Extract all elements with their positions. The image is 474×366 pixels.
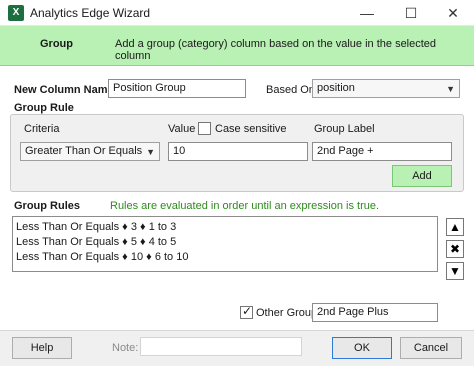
ok-button[interactable]: OK xyxy=(332,337,392,359)
excel-icon: X xyxy=(8,5,24,21)
criteria-value: Greater Than Or Equals xyxy=(25,145,143,157)
group-rule-legend: Group Rule xyxy=(14,102,74,114)
rule-value-input[interactable]: 10 xyxy=(168,142,308,161)
list-item[interactable]: Less Than Or Equals ♦ 5 ♦ 4 to 5 xyxy=(13,235,437,250)
criteria-select[interactable]: Greater Than Or Equals ▼ xyxy=(20,142,160,161)
arrow-down-icon: ▼ xyxy=(449,264,461,278)
window-title: Analytics Edge Wizard xyxy=(30,6,151,20)
group-label-label: Group Label xyxy=(314,123,375,135)
header-title: Group xyxy=(40,38,73,50)
close-button[interactable]: ✕ xyxy=(432,0,474,26)
maximize-button[interactable]: ☐ xyxy=(390,0,432,26)
add-button[interactable]: Add xyxy=(392,165,452,187)
check-icon: ✓ xyxy=(242,304,253,318)
delete-icon: ✖ xyxy=(449,242,461,256)
other-group-checkbox[interactable]: ✓ xyxy=(240,304,253,319)
wizard-header: Group Add a group (category) column base… xyxy=(0,26,474,66)
group-label-input[interactable]: 2nd Page + xyxy=(312,142,452,161)
close-icon: ✕ xyxy=(447,5,459,21)
new-column-label: New Column Name xyxy=(14,84,114,96)
note-label: Note: xyxy=(112,342,139,354)
chevron-down-icon: ▼ xyxy=(146,147,155,157)
case-sensitive-label: Case sensitive xyxy=(215,123,287,135)
group-rules-list[interactable]: Less Than Or Equals ♦ 3 ♦ 1 to 3 Less Th… xyxy=(12,216,438,272)
other-group-label: Other Group xyxy=(256,307,318,319)
value-label: Value xyxy=(168,123,196,135)
minimize-button[interactable]: — xyxy=(346,0,388,26)
maximize-icon: ☐ xyxy=(404,5,418,21)
minimize-icon: — xyxy=(360,5,374,21)
chevron-down-icon: ▼ xyxy=(446,84,455,94)
criteria-label: Criteria xyxy=(24,123,60,135)
based-on-value: position xyxy=(317,82,355,94)
based-on-label: Based On xyxy=(266,84,315,96)
help-button[interactable]: Help xyxy=(12,337,72,359)
list-item[interactable]: Less Than Or Equals ♦ 10 ♦ 6 to 10 xyxy=(13,250,437,265)
note-input[interactable] xyxy=(140,337,302,356)
other-group-input[interactable]: 2nd Page Plus xyxy=(312,303,438,322)
move-down-button[interactable]: ▼ xyxy=(446,262,464,280)
title-bar: X Analytics Edge Wizard — ☐ ✕ xyxy=(0,0,474,26)
move-up-button[interactable]: ▲ xyxy=(446,218,464,236)
group-rules-hint: Rules are evaluated in order until an ex… xyxy=(110,200,380,212)
group-rules-title: Group Rules xyxy=(14,200,81,212)
delete-rule-button[interactable]: ✖ xyxy=(446,240,464,258)
case-sensitive-checkbox[interactable] xyxy=(198,122,211,135)
new-column-input[interactable]: Position Group xyxy=(108,79,246,98)
based-on-select[interactable]: position ▼ xyxy=(312,79,460,98)
arrow-up-icon: ▲ xyxy=(449,220,461,234)
list-item[interactable]: Less Than Or Equals ♦ 3 ♦ 1 to 3 xyxy=(13,220,437,235)
header-description: Add a group (category) column based on t… xyxy=(115,38,437,62)
cancel-button[interactable]: Cancel xyxy=(400,337,462,359)
